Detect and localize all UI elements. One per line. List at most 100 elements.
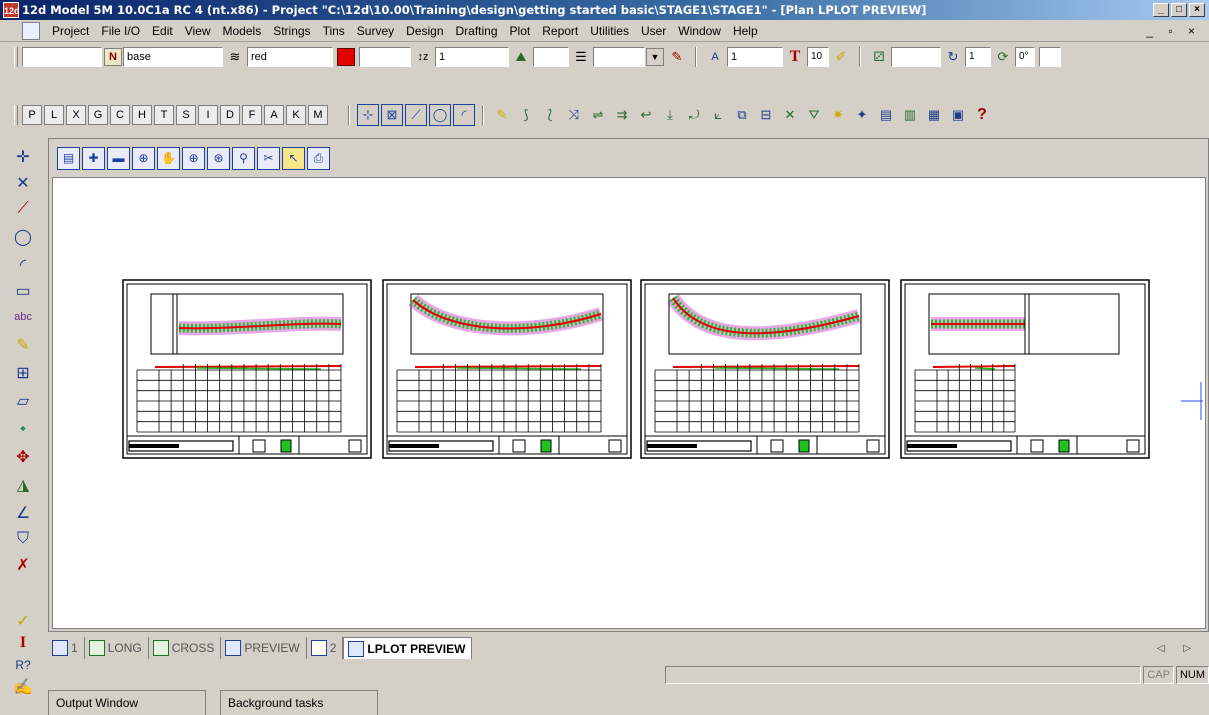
menu-survey[interactable]: Survey [351, 24, 400, 38]
menu-file-io[interactable]: File I/O [95, 24, 146, 38]
select-arrow-icon[interactable]: ↖ [282, 146, 305, 170]
select-h-button[interactable]: H [132, 104, 152, 125]
pen-icon[interactable]: ✎ [666, 46, 688, 68]
line-tool-icon[interactable]: ⟋ [10, 196, 36, 222]
zoom-extent-icon[interactable]: ⊛ [207, 146, 230, 170]
tab-lplot-preview[interactable]: LPLOT PREVIEW [343, 637, 473, 659]
tab-preview[interactable]: PREVIEW [221, 637, 307, 659]
zoom-in-plus-icon[interactable]: ✚ [82, 146, 105, 170]
colour-field[interactable]: red [247, 46, 333, 67]
window-panel-icon[interactable]: ⊟ [755, 104, 777, 126]
select-p-button[interactable]: P [22, 104, 42, 125]
rotate-field[interactable]: 1 [965, 46, 991, 67]
string-reverse-icon[interactable]: ⇌ [587, 104, 609, 126]
arc-tool-icon[interactable]: ◜ [10, 252, 36, 278]
menu-tins[interactable]: Tins [317, 24, 351, 38]
ips-icon[interactable]: ▣ [947, 104, 969, 126]
text-style-field[interactable]: 1 [727, 46, 783, 67]
string-edit-icon[interactable]: ⟆ [515, 104, 537, 126]
cross-tool-icon[interactable]: ✕ [10, 170, 36, 196]
angle-icon[interactable]: ⟳ [992, 46, 1014, 68]
select-i-button[interactable]: I [198, 104, 218, 125]
select-c-button[interactable]: C [110, 104, 130, 125]
select-m-button[interactable]: M [308, 104, 328, 125]
select-f-button[interactable]: F [242, 104, 262, 125]
menu-models[interactable]: Models [217, 24, 268, 38]
triangle-tool-icon[interactable]: ◮ [10, 472, 36, 498]
string-fillet-icon[interactable]: ↩ [635, 104, 657, 126]
pan-icon[interactable]: ✋ [157, 146, 180, 170]
menu-drafting[interactable]: Drafting [450, 24, 504, 38]
window-copy-icon[interactable]: ⧉ [731, 104, 753, 126]
model-field[interactable]: base [123, 46, 223, 67]
z-value-field[interactable]: 1 [435, 46, 509, 67]
title-bar[interactable]: 12d 12d Model 5M 10.0C1a RC 4 (nt.x86) -… [0, 0, 1209, 20]
menu-edit[interactable]: Edit [146, 24, 179, 38]
string-arc-icon[interactable]: ⤾ [683, 104, 705, 126]
mdi-window-controls[interactable]: _ ▫ × [1146, 24, 1201, 38]
menu-design[interactable]: Design [400, 24, 449, 38]
output-window-tab[interactable]: Output Window [48, 690, 206, 715]
intersect-icon[interactable]: ✕ [779, 104, 801, 126]
angle-tool-icon[interactable]: ∠ [10, 500, 36, 526]
select-t-button[interactable]: T [154, 104, 174, 125]
text-style-icon[interactable]: A [704, 46, 726, 68]
pen-tool-icon[interactable]: ✎ [10, 332, 36, 358]
weight-field[interactable] [593, 46, 645, 67]
angle-field[interactable]: 0° [1015, 46, 1035, 67]
menu-window[interactable]: Window [672, 24, 727, 38]
abc-label-icon[interactable]: ▥ [899, 104, 921, 126]
menu-report[interactable]: Report [536, 24, 584, 38]
text-size-field[interactable]: 10 [807, 46, 829, 67]
wizard-icon[interactable]: ✷ [827, 104, 849, 126]
string-offset-icon[interactable]: ⇉ [611, 104, 633, 126]
shield-tool-icon[interactable]: ⛉ [10, 526, 36, 552]
string-join-icon[interactable]: ⟅ [539, 104, 561, 126]
zoom-window-icon[interactable]: ⊞ [10, 360, 36, 386]
toolbar-grip[interactable] [14, 104, 18, 125]
snap-line-icon[interactable]: ⟋ [405, 103, 427, 126]
snap-circle-icon[interactable]: ◯ [429, 103, 451, 126]
search-icon[interactable]: ⚲ [232, 146, 255, 170]
toolbar-grip[interactable] [14, 46, 18, 67]
snap-arc-icon[interactable]: ◜ [453, 103, 475, 126]
notes-icon[interactable]: ▦ [923, 104, 945, 126]
snap-intersect-icon[interactable]: ⊠ [381, 103, 403, 126]
menu-view[interactable]: View [179, 24, 217, 38]
symbol-tool-icon[interactable]: ⬩ [10, 416, 36, 442]
maximize-button[interactable]: □ [1171, 3, 1187, 17]
zoom-in-icon[interactable]: ⊕ [182, 146, 205, 170]
document-icon[interactable] [22, 21, 40, 40]
report-icon[interactable]: ▤ [875, 104, 897, 126]
menu-plot[interactable]: Plot [504, 24, 537, 38]
menu-strings[interactable]: Strings [267, 24, 316, 38]
menu-user[interactable]: User [635, 24, 672, 38]
tin-tool-icon[interactable]: ⛛ [803, 104, 825, 126]
plot-canvas[interactable] [52, 177, 1206, 629]
select-g-button[interactable]: G [88, 104, 108, 125]
ruler-icon[interactable]: ✐ [830, 46, 852, 68]
rotate-icon[interactable]: ↻ [942, 46, 964, 68]
select-l-button[interactable]: L [44, 104, 64, 125]
help-icon[interactable]: ? [971, 104, 993, 126]
symbol-icon[interactable]: ⚂ [868, 46, 890, 68]
new-name-button[interactable]: N [104, 47, 122, 66]
text-icon[interactable]: T [784, 46, 806, 68]
menu-project[interactable]: Project [46, 24, 95, 38]
menu-help[interactable]: Help [727, 24, 764, 38]
draw-string-icon[interactable]: ✎ [491, 104, 513, 126]
minimize-button[interactable]: _ [1153, 3, 1169, 17]
string-break-icon[interactable]: ⤨ [563, 104, 585, 126]
select-a-button[interactable]: A [264, 104, 284, 125]
tab-cross[interactable]: CROSS [149, 637, 222, 659]
z-value-icon[interactable]: ↕z [412, 46, 434, 68]
dropdown-arrow-icon[interactable]: ▼ [646, 47, 664, 66]
tab-view-1[interactable]: 1 [48, 637, 85, 659]
zoom-out-minus-icon[interactable]: ▬ [107, 146, 130, 170]
tab-view-2[interactable]: 2 [307, 637, 344, 659]
select-s-button[interactable]: S [176, 104, 196, 125]
symbol-field[interactable] [891, 46, 941, 67]
tools-icon[interactable]: ✂ [257, 146, 280, 170]
edit-tool-icon[interactable]: ✍ [10, 674, 36, 700]
circle-tool-icon[interactable]: ◯ [10, 224, 36, 250]
